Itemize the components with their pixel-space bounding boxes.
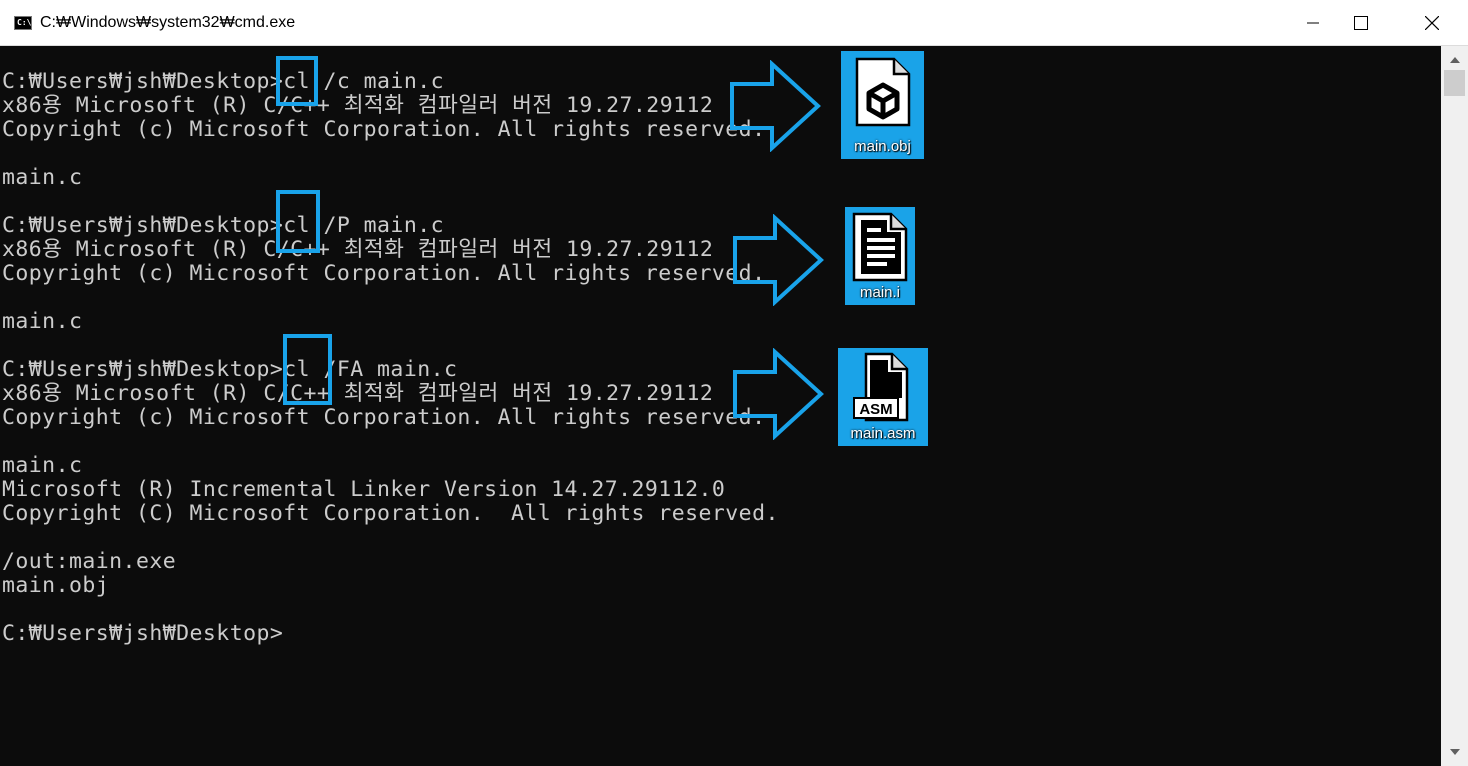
file-label: main.asm (850, 425, 916, 442)
minimize-button[interactable] (1290, 0, 1336, 46)
chevron-up-icon (1449, 57, 1460, 63)
terminal-line: Copyright (c) Microsoft Corporation. All… (2, 405, 766, 430)
chevron-down-icon (1449, 749, 1460, 755)
maximize-button[interactable] (1338, 0, 1384, 46)
terminal-line: main.c (2, 309, 83, 334)
title-bar[interactable]: C:\ C:₩Windows₩system32₩cmd.exe (0, 0, 1468, 46)
terminal-line: main.c (2, 165, 83, 190)
file-main-asm[interactable]: ASM main.asm (838, 348, 928, 446)
asm-file-icon: ASM (853, 352, 909, 422)
minimize-icon (1307, 22, 1319, 24)
flag-c-highlight (276, 56, 318, 106)
arrow-right-icon (733, 214, 824, 306)
asm-badge: ASM (859, 401, 892, 418)
file-main-i[interactable]: main.i (845, 207, 915, 305)
file-main-obj[interactable]: main.obj (841, 51, 924, 159)
terminal-lines: C:₩Users₩jsh₩Desktop>cl /c main.c x86용 Mi… (2, 70, 779, 646)
scroll-down-button[interactable] (1441, 742, 1468, 762)
window-title: C:₩Windows₩system32₩cmd.exe (40, 14, 296, 31)
terminal-line: Copyright (C) Microsoft Corporation. All… (2, 501, 779, 526)
terminal-line: x86용 Microsoft (R) C/C++ 최적화 컴파일러 버전 19.… (2, 93, 714, 118)
arrow-right-icon (733, 348, 824, 440)
terminal-line: C:₩Users₩jsh₩Desktop> (2, 621, 284, 646)
maximize-icon (1354, 16, 1368, 30)
text-file-icon (852, 212, 908, 282)
scroll-up-button[interactable] (1441, 50, 1468, 70)
file-label: main.i (859, 284, 900, 301)
terminal-line: x86용 Microsoft (R) C/C++ 최적화 컴파일러 버전 19.… (2, 237, 714, 262)
close-icon (1425, 16, 1439, 30)
terminal-line: x86용 Microsoft (R) C/C++ 최적화 컴파일러 버전 19.… (2, 381, 714, 406)
close-button[interactable] (1409, 0, 1455, 46)
scroll-thumb[interactable] (1444, 70, 1465, 96)
terminal-line: Copyright (c) Microsoft Corporation. All… (2, 117, 766, 142)
terminal-line: main.obj (2, 573, 110, 598)
arrow-right-icon (730, 60, 821, 152)
flag-p-highlight (276, 190, 320, 253)
terminal-line: /out:main.exe (2, 549, 177, 574)
terminal-line: Copyright (c) Microsoft Corporation. All… (2, 261, 766, 286)
vertical-scrollbar[interactable] (1441, 46, 1468, 766)
object-file-icon (855, 57, 911, 127)
terminal-line: C:₩Users₩jsh₩Desktop>cl /P main.c (2, 213, 445, 238)
console-icon: C:\ (14, 16, 32, 30)
terminal-line: main.c (2, 453, 83, 478)
terminal-line: C:₩Users₩jsh₩Desktop>cl /c main.c (2, 69, 445, 94)
terminal-line: C:₩Users₩jsh₩Desktop>cl /FA main.c (2, 357, 458, 382)
terminal-output[interactable]: C:₩Users₩jsh₩Desktop>cl /c main.c x86용 Mi… (0, 46, 1441, 766)
terminal-line: Microsoft (R) Incremental Linker Version… (2, 477, 726, 502)
flag-fa-highlight (283, 334, 332, 405)
file-label: main.obj (854, 138, 911, 155)
